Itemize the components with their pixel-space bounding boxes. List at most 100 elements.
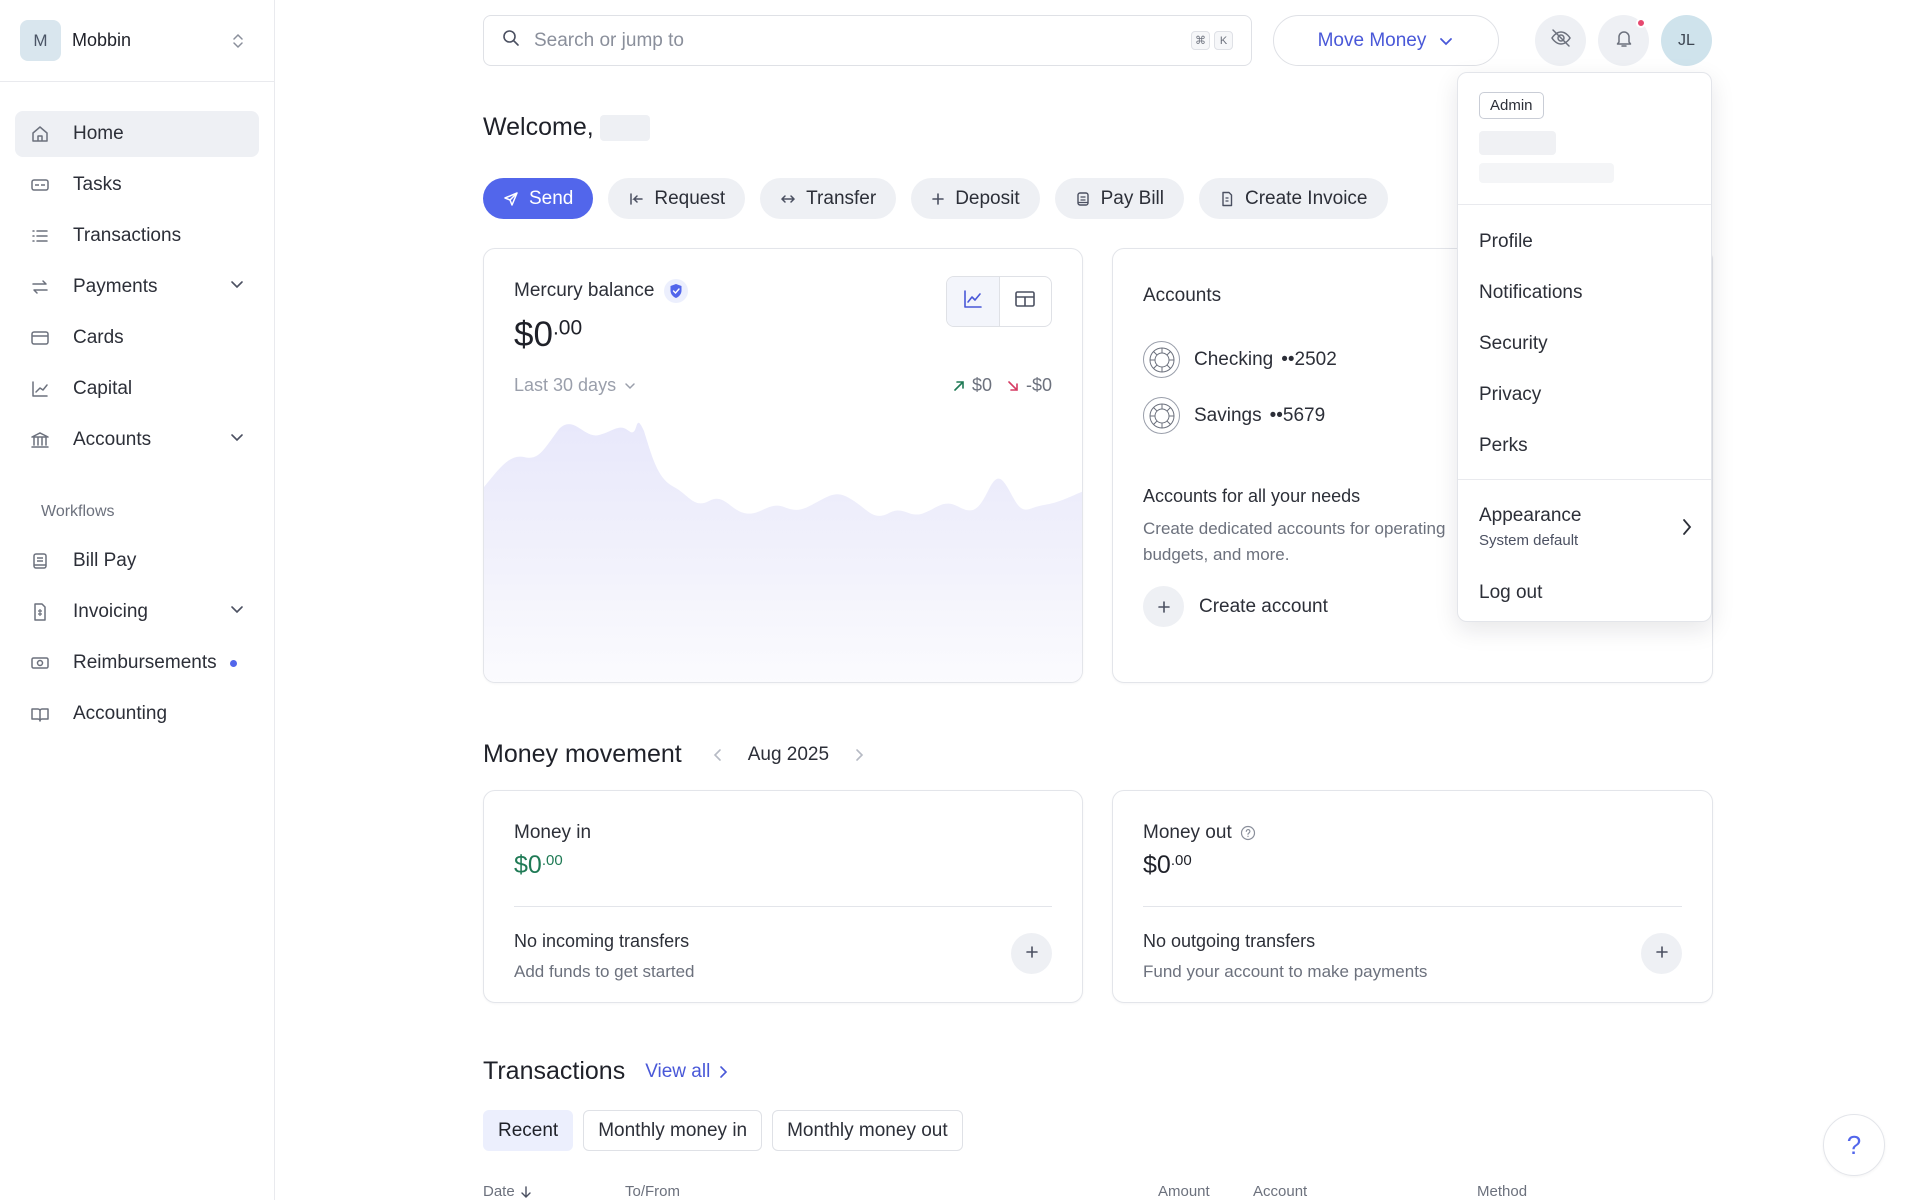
money-out-amount-whole: $0 [1143, 851, 1171, 879]
deposit-button[interactable]: Deposit [911, 178, 1040, 219]
divider [1458, 204, 1711, 205]
sidebar-item-reimbursements[interactable]: Reimbursements [15, 640, 259, 686]
column-label: To/From [625, 1183, 681, 1200]
hide-balances-button[interactable] [1535, 15, 1586, 66]
bill-icon [29, 550, 51, 572]
sidebar-item-home[interactable]: Home [15, 111, 259, 157]
balance-chart-placeholder [484, 423, 1082, 682]
pay-bill-label: Pay Bill [1100, 187, 1164, 209]
period-navigator: Aug 2025 [712, 744, 865, 766]
table-view-button[interactable] [1000, 277, 1052, 326]
redacted-user-name [599, 114, 650, 141]
chevron-up-down-icon [232, 33, 244, 49]
money-in-empty-title: No incoming transfers [514, 931, 690, 951]
accounts-promo-desc: Create dedicated accounts for operating … [1143, 519, 1446, 564]
appearance-label: Appearance [1479, 505, 1582, 526]
account-row-checking[interactable]: Checking ••2502 [1143, 341, 1337, 378]
divider [514, 906, 1052, 907]
org-name: Mobbin [72, 30, 132, 50]
menu-item-profile[interactable]: Profile [1479, 231, 1533, 253]
column-label: Account [1253, 1183, 1308, 1200]
org-switcher[interactable]: M Mobbin [0, 0, 274, 82]
plus-icon [931, 192, 945, 206]
sidebar-item-accounts[interactable]: Accounts [15, 417, 259, 463]
help-circle-icon[interactable] [1240, 825, 1256, 841]
tab-monthly-money-out[interactable]: Monthly money out [772, 1110, 963, 1151]
invoice-icon [29, 601, 51, 623]
pay-bill-button[interactable]: Pay Bill [1054, 178, 1184, 219]
request-button[interactable]: Request [608, 178, 746, 219]
create-invoice-button[interactable]: Create Invoice [1198, 178, 1388, 219]
bell-icon [1615, 28, 1633, 53]
menu-item-log-out[interactable]: Log out [1479, 582, 1542, 604]
money-out-header: Money out [1143, 822, 1256, 844]
balance-title: Mercury balance [514, 279, 689, 303]
money-in-amount-whole: $0 [514, 851, 542, 879]
notification-badge [1636, 18, 1646, 28]
chevron-left-icon[interactable] [712, 748, 724, 762]
menu-item-notifications[interactable]: Notifications [1479, 282, 1583, 304]
search-icon [502, 29, 520, 52]
transactions-tabs: Recent Monthly money in Monthly money ou… [483, 1110, 963, 1151]
chart-view-toggle [946, 276, 1052, 327]
sidebar-item-accounting[interactable]: Accounting [15, 691, 259, 737]
sidebar-item-invoicing[interactable]: Invoicing [15, 589, 259, 635]
chevron-down-icon[interactable] [229, 276, 245, 298]
sidebar-item-capital[interactable]: Capital [15, 366, 259, 412]
eye-off-icon [1550, 27, 1572, 54]
deposit-label: Deposit [955, 187, 1020, 209]
send-button[interactable]: Send [483, 178, 594, 219]
menu-item-appearance[interactable]: Appearance System default [1479, 505, 1693, 549]
create-account-button[interactable]: Create account [1143, 586, 1328, 627]
date-range-select[interactable]: Last 30 days [514, 375, 636, 396]
menu-item-perks[interactable]: Perks [1479, 435, 1528, 457]
column-header-to-from: To/From [625, 1183, 680, 1200]
plus-icon [1025, 942, 1039, 965]
add-outgoing-button[interactable] [1641, 933, 1682, 974]
bank-icon [29, 429, 51, 451]
menu-item-privacy[interactable]: Privacy [1479, 384, 1541, 406]
move-money-button[interactable]: Move Money [1273, 15, 1499, 66]
transfer-label: Transfer [806, 187, 877, 209]
chevron-down-icon[interactable] [229, 429, 245, 451]
shortcut-key: K [1214, 31, 1233, 50]
transfer-button[interactable]: Transfer [760, 178, 897, 219]
money-out-card: Money out $0.00 No outgoing transfers Fu… [1112, 790, 1713, 1003]
welcome-text: Welcome, [483, 113, 594, 141]
sidebar-item-bill-pay[interactable]: Bill Pay [15, 538, 259, 584]
create-invoice-label: Create Invoice [1244, 187, 1368, 209]
menu-item-security[interactable]: Security [1479, 333, 1548, 355]
search-bar[interactable]: ⌘ K [483, 15, 1252, 66]
money-in-amount: $0.00 [514, 851, 563, 880]
list-icon [29, 225, 51, 247]
search-input[interactable] [534, 29, 1187, 52]
transactions-title: Transactions [483, 1057, 626, 1085]
money-out-summary: -$0 [1006, 375, 1052, 396]
chevron-down-icon[interactable] [229, 601, 245, 623]
money-out-empty-title: No outgoing transfers [1143, 931, 1316, 951]
tab-monthly-money-in[interactable]: Monthly money in [583, 1110, 763, 1151]
sidebar-item-payments[interactable]: Payments [15, 264, 259, 310]
user-avatar-button[interactable]: JL [1661, 15, 1712, 66]
add-incoming-button[interactable] [1011, 933, 1052, 974]
chevron-right-icon [718, 1065, 728, 1079]
sidebar-item-label: Accounting [73, 703, 168, 724]
help-button[interactable]: ? [1823, 1114, 1885, 1176]
chevron-right-icon[interactable] [853, 748, 865, 762]
sidebar-item-transactions[interactable]: Transactions [15, 213, 259, 259]
notifications-button[interactable] [1598, 15, 1649, 66]
account-name: Savings [1194, 404, 1262, 426]
period-label: Aug 2025 [747, 743, 830, 765]
sidebar-item-cards[interactable]: Cards [15, 315, 259, 361]
balance-amount: $0.00 [514, 315, 582, 355]
date-range-value: Last 30 days [514, 375, 617, 395]
account-row-savings[interactable]: Savings ••5679 [1143, 397, 1325, 434]
column-header-date[interactable]: Date [483, 1183, 532, 1200]
tab-recent[interactable]: Recent [483, 1110, 574, 1151]
chart-view-button[interactable] [947, 277, 1000, 326]
plus-icon [1143, 586, 1184, 627]
sidebar-item-tasks[interactable]: Tasks [15, 162, 259, 208]
sidebar-item-label: Invoicing [73, 601, 148, 622]
view-all-link[interactable]: View all [645, 1061, 728, 1083]
account-mask: ••5679 [1269, 404, 1326, 426]
